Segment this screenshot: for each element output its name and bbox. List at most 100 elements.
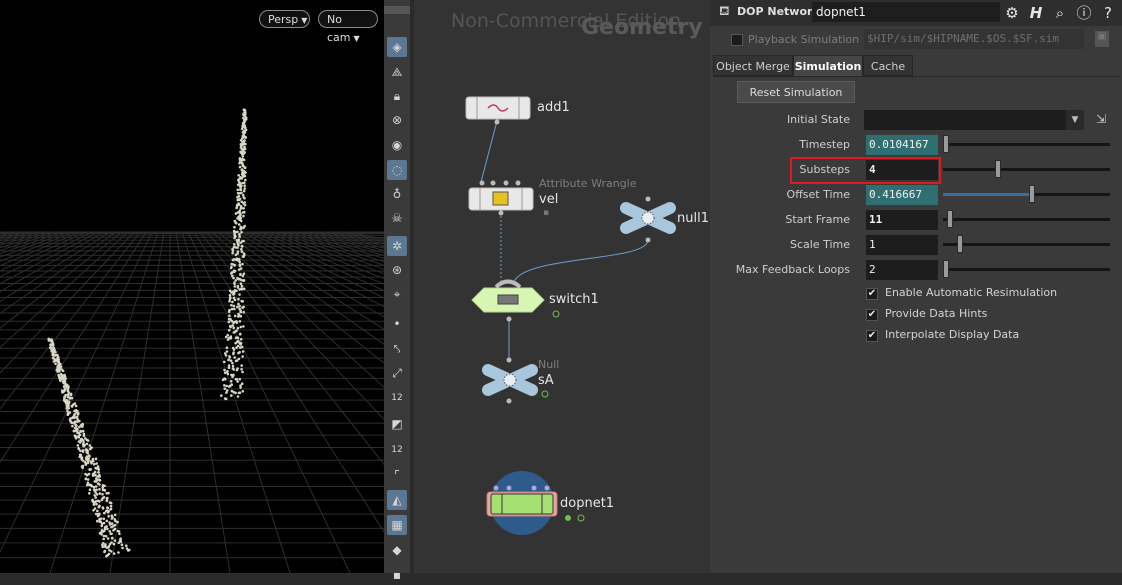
dop-network-icon[interactable]: ⛾ xyxy=(719,4,730,21)
chevron-down-icon[interactable]: ▼ xyxy=(1066,110,1084,130)
initial-state-field[interactable] xyxy=(864,110,1066,130)
help-h-icon[interactable]: H xyxy=(1026,3,1046,23)
node-type-label: DOP Network xyxy=(737,5,820,18)
scale-time-field[interactable]: 1 xyxy=(866,235,938,255)
file-browse-icon[interactable]: ▣ xyxy=(1095,31,1109,47)
node-label-vel[interactable]: vel xyxy=(539,192,558,207)
point-icon[interactable]: • xyxy=(387,314,407,334)
network-graph xyxy=(465,96,676,535)
lock-icon[interactable]: 🔒︎ xyxy=(387,86,407,106)
start-frame-slider-thumb[interactable] xyxy=(947,210,953,228)
question-icon[interactable]: ? xyxy=(1098,3,1118,23)
misc-icon[interactable]: ▪ xyxy=(387,565,407,585)
light-bulb-icon[interactable]: ♁ xyxy=(387,184,407,204)
max-feedback-loops-label: Max Feedback Loops xyxy=(735,263,850,276)
substeps-slider[interactable] xyxy=(943,160,1110,178)
start-frame-slider[interactable] xyxy=(943,210,1110,228)
skull-icon[interactable]: ☠ xyxy=(387,208,407,228)
light-icon[interactable]: ◌ xyxy=(387,160,407,180)
playback-path-field[interactable]: $HIP/sim/$HIPNAME.$OS.$SF.sim xyxy=(864,29,1084,49)
timestep-slider[interactable] xyxy=(943,135,1110,153)
node-type-vel: Attribute Wrangle xyxy=(539,177,637,190)
provide-data-hints-checkbox[interactable]: ✔ xyxy=(866,309,878,321)
corner-icon[interactable]: ⌜ xyxy=(387,465,407,485)
snap-icon[interactable]: ✲ xyxy=(387,236,407,256)
viewport-canvas xyxy=(0,0,384,573)
wire-add1-vel xyxy=(480,120,498,183)
tab-cache[interactable]: Cache xyxy=(863,55,913,76)
pose-icon[interactable]: ⊗ xyxy=(387,110,407,130)
tab-simulation[interactable]: Simulation xyxy=(793,55,863,76)
switch1-node xyxy=(471,279,560,322)
brush-icon[interactable]: ⤣ xyxy=(387,339,407,359)
start-frame-label: Start Frame xyxy=(785,213,850,226)
offset-time-slider-fill xyxy=(943,193,1031,196)
sphere-icon[interactable]: ◉ xyxy=(387,135,407,155)
tab-divider xyxy=(713,76,1119,77)
caret-down-icon: ▼ xyxy=(301,16,308,25)
max-feedback-loops-slider-thumb[interactable] xyxy=(943,260,949,278)
offset-time-slider[interactable] xyxy=(943,185,1110,203)
offset-time-slider-thumb[interactable] xyxy=(1029,185,1035,203)
search-icon[interactable]: ⌕ xyxy=(1050,3,1070,23)
tab-object-merge[interactable]: Object Merge xyxy=(713,55,793,76)
node-chooser-icon[interactable]: ⇲ xyxy=(1093,112,1109,128)
node-label-switch1[interactable]: switch1 xyxy=(549,292,599,307)
camera-icon[interactable]: ⌖ xyxy=(387,284,407,304)
node-label-sA[interactable]: sA xyxy=(538,373,554,388)
select-icon[interactable]: ◈ xyxy=(387,37,407,57)
network-editor[interactable]: Non-Commercial Edition Geometry add1 Att… xyxy=(414,0,710,573)
null1-node xyxy=(620,196,676,243)
interpolate-display-data-checkbox[interactable]: ✔ xyxy=(866,330,878,342)
add1-node xyxy=(465,96,531,125)
parameter-header: ⛾ DOP Network dopnet1 ⚙ H ⌕ ⓘ ? xyxy=(710,0,1122,26)
playback-simulation-checkbox[interactable] xyxy=(731,34,743,46)
reset-simulation-button[interactable]: Reset Simulation xyxy=(737,81,855,103)
interpolate-display-data-label: Interpolate Display Data xyxy=(885,328,1020,341)
offset-time-field[interactable]: 0.416667 xyxy=(866,185,938,205)
timestep-slider-thumb[interactable] xyxy=(943,135,949,153)
checker-icon[interactable]: ▦ xyxy=(387,515,407,535)
camera-menu-button[interactable]: Persp ▼ xyxy=(259,10,310,28)
scale-time-slider-thumb[interactable] xyxy=(957,235,963,253)
playback-simulation-label: Playback Simulation xyxy=(748,33,860,46)
substeps-slider-thumb[interactable] xyxy=(995,160,1001,178)
node-type-sA: Null xyxy=(538,358,560,371)
provide-data-hints-label: Provide Data Hints xyxy=(885,307,988,320)
wire-null1-switch1 xyxy=(513,239,649,283)
node-label-dopnet1[interactable]: dopnet1 xyxy=(560,496,614,511)
timestep-label: Timestep xyxy=(799,138,850,151)
max-feedback-loops-slider[interactable] xyxy=(943,260,1110,278)
vel-node xyxy=(468,180,534,216)
caret-down-icon: ▼ xyxy=(353,34,360,43)
twelve-icon[interactable]: 12 xyxy=(387,388,407,408)
view-icon[interactable]: ⟁ xyxy=(387,62,407,82)
node-label-null1[interactable]: null1 xyxy=(677,211,709,226)
node-label-add1[interactable]: add1 xyxy=(537,100,570,115)
paint-icon[interactable]: ◩ xyxy=(387,414,407,434)
node-name-field[interactable]: dopnet1 xyxy=(812,2,1000,22)
max-feedback-loops-field[interactable]: 2 xyxy=(866,260,938,280)
camera-menu-label: Persp xyxy=(268,13,299,26)
lock-icon: ▪ xyxy=(543,208,550,218)
gear-icon[interactable]: ⚙ xyxy=(1002,3,1022,23)
shelf-handle[interactable] xyxy=(384,6,410,14)
offset-time-label: Offset Time xyxy=(786,188,850,201)
info-icon[interactable]: ⓘ xyxy=(1074,3,1094,23)
dropper-icon[interactable]: ⤢ xyxy=(387,363,407,383)
cam-select-button[interactable]: No cam ▼ xyxy=(318,10,378,44)
twelve-alt-icon[interactable]: 12 xyxy=(387,440,407,460)
start-frame-field[interactable]: 11 xyxy=(866,210,938,230)
enable-auto-resim-checkbox[interactable]: ✔ xyxy=(866,288,878,300)
geo-icon[interactable]: ◭ xyxy=(387,490,407,510)
substeps-highlight-box xyxy=(790,157,941,184)
eye-icon[interactable]: ⊛ xyxy=(387,260,407,280)
scale-time-slider[interactable] xyxy=(943,235,1110,253)
viewport-tool-shelf: ◈ ⟁ 🔒︎ ⊗ ◉ ◌ ♁ ☠ ✲ ⊛ ⌖ • ⤣ ⤢ 12 ◩ 12 ⌜ ◭… xyxy=(384,0,410,582)
parameter-pane: ⛾ DOP Network dopnet1 ⚙ H ⌕ ⓘ ? Playback… xyxy=(710,0,1122,573)
scene-viewport[interactable]: Persp ▼ No cam ▼ xyxy=(0,0,384,573)
diamond-icon[interactable]: ◆ xyxy=(387,540,407,560)
scale-time-label: Scale Time xyxy=(789,238,850,251)
timestep-field[interactable]: 0.0104167 xyxy=(866,135,938,155)
enable-auto-resim-label: Enable Automatic Resimulation xyxy=(885,286,1058,299)
